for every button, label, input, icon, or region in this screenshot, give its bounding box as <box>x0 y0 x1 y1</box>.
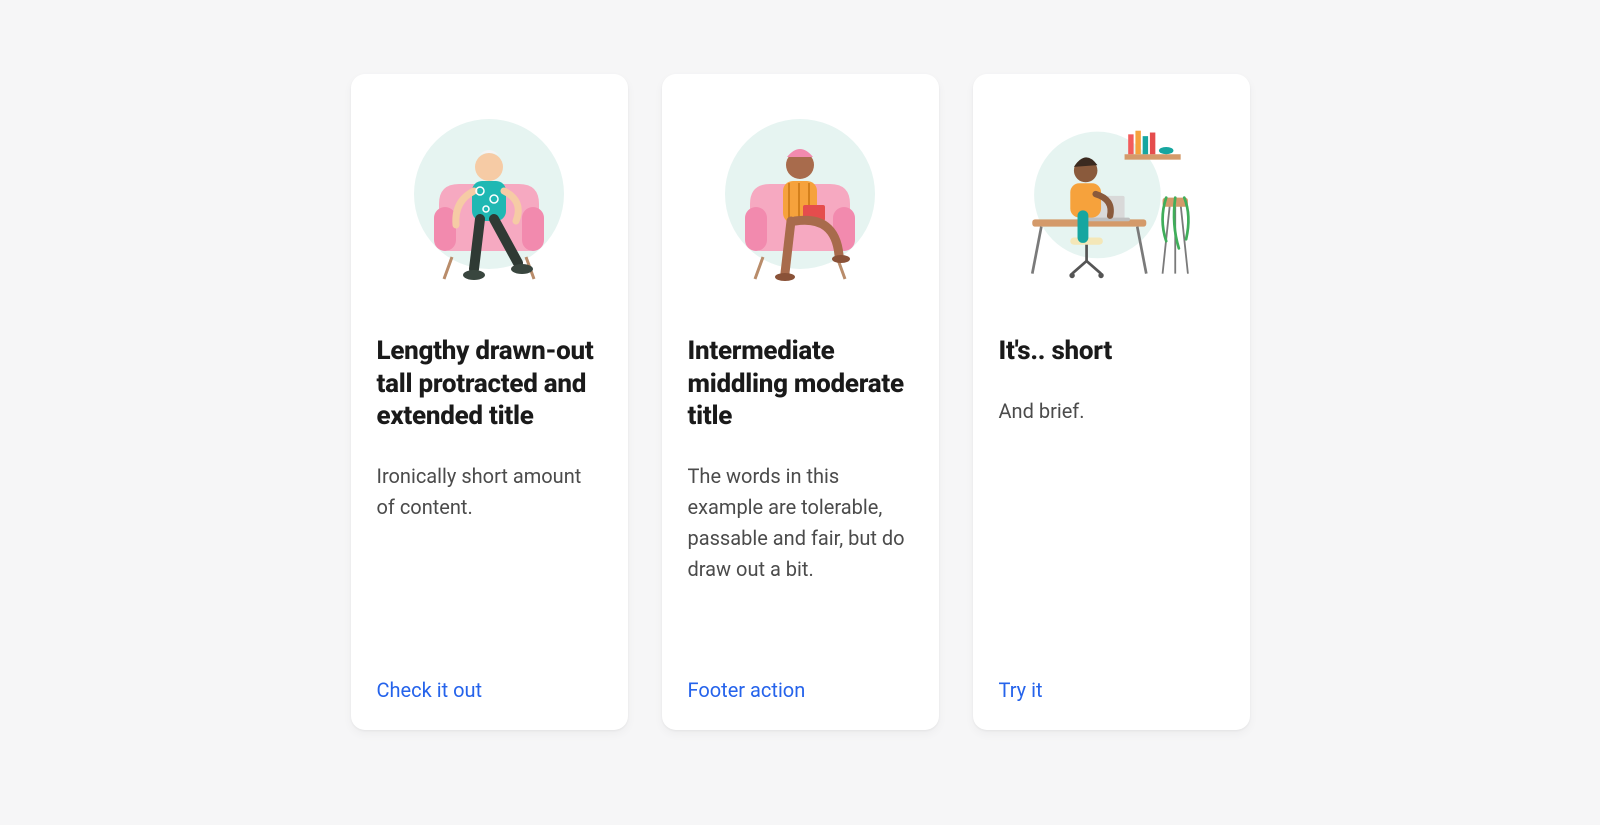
card-illustration <box>999 104 1224 299</box>
card-body: Ironically short amount of content. <box>377 461 602 523</box>
card-title: Intermediate middling moderate title <box>688 335 913 433</box>
card-intermediate: Intermediate middling moderate title The… <box>662 74 939 730</box>
card-title: Lengthy drawn-out tall protracted and ex… <box>377 335 602 433</box>
card-short: It's.. short And brief. Try it <box>973 74 1250 730</box>
card-title: It's.. short <box>999 335 1224 368</box>
card-illustration <box>688 104 913 299</box>
person-at-desk-with-laptop-icon <box>1016 109 1206 299</box>
card-action-link[interactable]: Try it <box>999 678 1043 702</box>
card-illustration <box>377 104 602 299</box>
card-lengthy: Lengthy drawn-out tall protracted and ex… <box>351 74 628 730</box>
person-in-pink-armchair-icon <box>394 109 584 299</box>
card-action-link[interactable]: Check it out <box>377 678 483 702</box>
person-reading-in-armchair-icon <box>705 109 895 299</box>
card-action-link[interactable]: Footer action <box>688 678 806 702</box>
card-body: The words in this example are tolerable,… <box>688 461 913 585</box>
card-body: And brief. <box>999 396 1224 427</box>
